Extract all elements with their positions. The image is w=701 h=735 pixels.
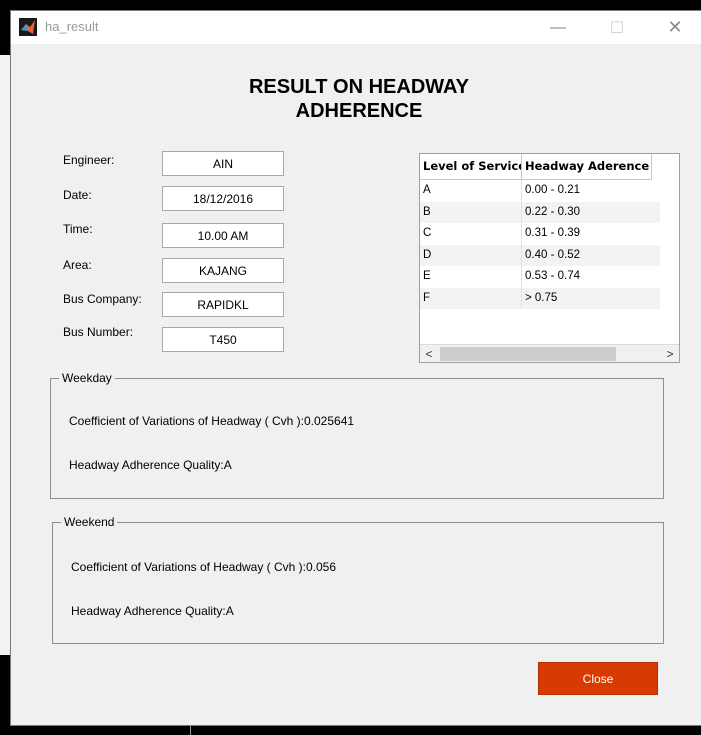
time-label: Time: [63, 222, 93, 236]
title-bar[interactable]: ha_result — ☐ ✕ [11, 11, 701, 44]
table-row[interactable]: D 0.40 - 0.52 [420, 244, 660, 266]
date-label: Date: [63, 188, 92, 202]
cell-range: > 0.75 [525, 291, 558, 304]
window-title: ha_result [45, 19, 99, 34]
matlab-icon [19, 18, 37, 36]
page-title: RESULT ON HEADWAY ADHERENCE [248, 76, 470, 122]
bus-company-field[interactable]: RAPIDKL [162, 292, 284, 317]
weekend-legend: Weekend [61, 515, 118, 529]
cell-level: E [420, 266, 522, 288]
weekday-quality-text: Headway Adherence Quality:A [69, 458, 232, 472]
cell-range: 0.40 - 0.52 [525, 248, 580, 261]
level-of-service-table[interactable]: Level of Service Headway Aderence A 0.00… [419, 153, 680, 363]
weekend-cvh-text: Coefficient of Variations of Headway ( C… [71, 560, 337, 574]
table-header: Level of Service Headway Aderence [420, 154, 652, 180]
maximize-button[interactable]: ☐ [594, 11, 640, 44]
cell-range: 0.53 - 0.74 [525, 270, 580, 282]
table-row[interactable]: E 0.53 - 0.74 [420, 266, 660, 288]
table-row[interactable]: C 0.31 - 0.39 [420, 223, 660, 245]
weekend-panel: Weekend Coefficient of Variations of Hea… [52, 515, 664, 644]
close-button[interactable]: Close [538, 662, 658, 695]
cell-level: F [420, 287, 522, 309]
cell-range: 0.31 - 0.39 [525, 227, 580, 239]
background-frame-bottom [0, 726, 701, 735]
minimize-button[interactable]: — [535, 11, 581, 44]
table-body: A 0.00 - 0.21 B 0.22 - 0.30 C 0.31 - 0.3… [420, 180, 660, 309]
engineer-label: Engineer: [63, 153, 115, 167]
bus-number-label: Bus Number: [63, 325, 134, 339]
weekend-quality-text: Headway Adherence Quality:A [71, 604, 234, 618]
horizontal-scrollbar[interactable]: < > [420, 344, 679, 362]
area-label: Area: [63, 258, 92, 272]
cell-range: 0.22 - 0.30 [525, 205, 580, 218]
bus-company-label: Bus Company: [63, 292, 142, 306]
weekday-legend: Weekday [59, 371, 115, 385]
scroll-left-arrow-icon[interactable]: < [420, 345, 438, 362]
background-strip-left [0, 55, 10, 655]
weekday-cvh-text: Coefficient of Variations of Headway ( C… [69, 414, 355, 428]
result-window: ha_result — ☐ ✕ RESULT ON HEADWAY ADHERE… [10, 10, 701, 726]
window-close-button[interactable]: ✕ [652, 11, 698, 44]
cell-level: D [420, 244, 522, 266]
cell-range: 0.00 - 0.21 [525, 184, 580, 196]
scroll-right-arrow-icon[interactable]: > [661, 345, 679, 362]
area-field[interactable]: KAJANG [162, 258, 284, 283]
weekday-panel: Weekday Coefficient of Variations of Hea… [50, 371, 664, 499]
bus-number-field[interactable]: T450 [162, 327, 284, 352]
engineer-field[interactable]: AIN [162, 151, 284, 176]
column-header-level[interactable]: Level of Service [420, 154, 522, 180]
column-header-adherence[interactable]: Headway Aderence [522, 154, 652, 180]
table-row[interactable]: F > 0.75 [420, 287, 660, 309]
table-row[interactable]: B 0.22 - 0.30 [420, 201, 660, 223]
scroll-thumb[interactable] [440, 347, 616, 361]
date-field[interactable]: 18/12/2016 [162, 186, 284, 211]
table-row[interactable]: A 0.00 - 0.21 [420, 180, 660, 202]
cell-level: A [420, 180, 522, 202]
cell-level: B [420, 201, 522, 223]
cell-level: C [420, 223, 522, 245]
background-frame-top [0, 0, 701, 10]
time-field[interactable]: 10.00 AM [162, 223, 284, 248]
